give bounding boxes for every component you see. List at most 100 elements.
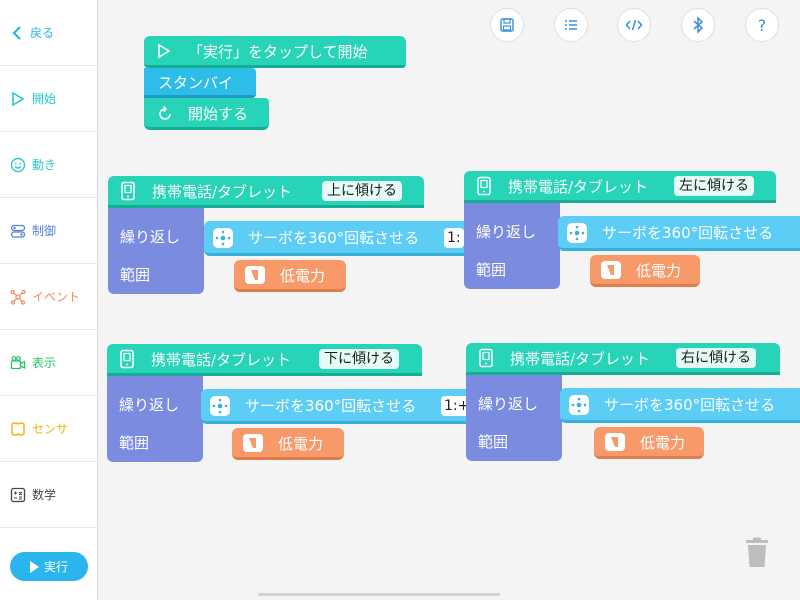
help-icon: ? bbox=[757, 15, 767, 35]
tilt-up-range-label: 範囲 bbox=[120, 266, 151, 284]
battery-icon bbox=[601, 261, 621, 279]
category-event[interactable]: イベント bbox=[0, 264, 98, 330]
category-math-label: 数学 bbox=[32, 488, 57, 502]
tilt-left-repeat-block[interactable]: 繰り返し 範囲 bbox=[464, 203, 560, 289]
code-button[interactable] bbox=[617, 8, 651, 42]
list-button[interactable] bbox=[554, 8, 588, 42]
tilt-right-servo-block[interactable]: サーボを360°回転させる bbox=[560, 388, 800, 423]
tilt-right-direction-dropdown[interactable]: 右に傾ける bbox=[676, 348, 756, 368]
tilt-up-device-label: 携帯電話/タブレット bbox=[152, 183, 293, 201]
tilt-left-direction-dropdown[interactable]: 左に傾ける bbox=[674, 176, 754, 196]
tilt-right-range-label: 範囲 bbox=[478, 433, 509, 451]
math-icon bbox=[10, 487, 26, 502]
refresh-icon bbox=[159, 105, 171, 120]
control-toggle-icon bbox=[10, 224, 26, 238]
begin-block[interactable]: 開始する bbox=[144, 98, 269, 130]
standby-label: スタンバイ bbox=[158, 74, 234, 92]
tilt-up-direction-dropdown[interactable]: 上に傾ける bbox=[322, 181, 402, 201]
servo-icon bbox=[213, 228, 233, 248]
chevron-left-icon bbox=[12, 25, 21, 40]
battery-icon bbox=[243, 434, 263, 452]
category-motion[interactable]: 動き bbox=[0, 132, 98, 198]
tilt-up-repeat-label: 繰り返し bbox=[120, 228, 181, 246]
servo-icon bbox=[567, 223, 587, 243]
play-icon bbox=[29, 560, 39, 573]
tilt-right-hat-block[interactable]: 携帯電話/タブレット 右に傾ける bbox=[466, 343, 780, 375]
tablet-icon bbox=[479, 348, 493, 368]
standby-block[interactable]: スタンバイ bbox=[144, 68, 256, 98]
tilt-right-device-label: 携帯電話/タブレット bbox=[510, 350, 651, 368]
code-icon bbox=[625, 19, 643, 31]
category-event-label: イベント bbox=[32, 290, 81, 304]
category-math[interactable]: 数学 bbox=[0, 462, 98, 528]
trash-icon[interactable] bbox=[744, 537, 770, 569]
back-label: 戻る bbox=[30, 26, 55, 40]
category-sidebar: 戻る 開始 動き 制御 イベント 表示 センサ 数学 実行 bbox=[0, 0, 98, 600]
tilt-down-hat-block[interactable]: 携帯電話/タブレット 下に傾ける bbox=[107, 344, 422, 376]
sensor-icon bbox=[11, 421, 25, 436]
start-hat-block[interactable]: 「実行」をタップして開始 bbox=[144, 36, 406, 68]
tilt-up-repeat-block[interactable]: 繰り返し 範囲 bbox=[108, 208, 204, 294]
battery-icon bbox=[605, 433, 625, 451]
tilt-left-repeat-label: 繰り返し bbox=[476, 223, 537, 241]
tilt-up-power-label: 低電力 bbox=[280, 267, 326, 285]
tilt-left-servo-block[interactable]: サーボを360°回転させる bbox=[558, 216, 800, 251]
tilt-down-direction-dropdown[interactable]: 下に傾ける bbox=[319, 349, 399, 369]
list-icon bbox=[565, 20, 577, 30]
back-button[interactable]: 戻る bbox=[0, 0, 98, 66]
tilt-left-hat-block[interactable]: 携帯電話/タブレット 左に傾ける bbox=[464, 171, 776, 203]
tablet-icon bbox=[477, 176, 491, 196]
smile-icon bbox=[10, 157, 26, 172]
category-sensor[interactable]: センサ bbox=[0, 396, 98, 462]
tilt-down-servo-value[interactable]: 1:+ bbox=[441, 396, 466, 416]
tilt-left-servo-label: サーボを360°回転させる bbox=[602, 224, 774, 242]
category-control[interactable]: 制御 bbox=[0, 198, 98, 264]
bluetooth-button[interactable] bbox=[681, 8, 715, 42]
category-start[interactable]: 開始 bbox=[0, 66, 98, 132]
run-button[interactable]: 実行 bbox=[10, 552, 88, 581]
tilt-left-power-label: 低電力 bbox=[636, 262, 682, 280]
event-network-icon bbox=[10, 289, 26, 305]
tilt-up-hat-block[interactable]: 携帯電話/タブレット 上に傾ける bbox=[108, 176, 424, 208]
tilt-right-repeat-block[interactable]: 繰り返し 範囲 bbox=[466, 375, 562, 461]
save-icon bbox=[500, 18, 514, 32]
tilt-down-range-label: 範囲 bbox=[119, 434, 150, 452]
tilt-left-range-label: 範囲 bbox=[476, 261, 507, 279]
tilt-up-power-block[interactable]: 低電力 bbox=[234, 260, 346, 292]
tilt-down-repeat-label: 繰り返し bbox=[119, 396, 180, 414]
bluetooth-icon bbox=[693, 16, 704, 34]
servo-icon bbox=[210, 396, 230, 416]
play-outline-icon bbox=[12, 91, 25, 106]
begin-label: 開始する bbox=[188, 105, 249, 123]
tilt-left-power-block[interactable]: 低電力 bbox=[590, 255, 700, 287]
save-button[interactable] bbox=[490, 8, 524, 42]
run-label: 実行 bbox=[43, 560, 68, 574]
tilt-up-servo-label: サーボを360°回転させる bbox=[248, 229, 420, 247]
horizontal-scrollbar[interactable] bbox=[258, 593, 500, 596]
tablet-icon bbox=[121, 181, 135, 201]
category-start-label: 開始 bbox=[32, 92, 57, 106]
camera-display-icon bbox=[10, 355, 26, 369]
tilt-up-servo-block[interactable]: サーボを360°回転させる 1: bbox=[204, 221, 466, 256]
category-motion-label: 動き bbox=[32, 158, 57, 172]
tilt-up-servo-value[interactable]: 1: bbox=[444, 228, 464, 248]
tilt-down-servo-label: サーボを360°回転させる bbox=[245, 397, 417, 415]
tilt-down-repeat-block[interactable]: 繰り返し 範囲 bbox=[107, 376, 203, 462]
play-outline-icon bbox=[158, 43, 171, 59]
tilt-right-power-label: 低電力 bbox=[640, 434, 686, 452]
battery-icon bbox=[245, 266, 265, 284]
category-display[interactable]: 表示 bbox=[0, 330, 98, 396]
tilt-right-servo-label: サーボを360°回転させる bbox=[604, 396, 776, 414]
tilt-right-power-block[interactable]: 低電力 bbox=[594, 427, 704, 459]
category-sensor-label: センサ bbox=[32, 422, 69, 436]
tilt-down-device-label: 携帯電話/タブレット bbox=[151, 351, 292, 369]
help-button[interactable]: ? bbox=[745, 8, 779, 42]
tilt-down-power-label: 低電力 bbox=[278, 435, 324, 453]
tablet-icon bbox=[120, 349, 134, 369]
servo-icon bbox=[569, 395, 589, 415]
category-control-label: 制御 bbox=[32, 224, 57, 238]
tilt-down-servo-block[interactable]: サーボを360°回転させる 1:+ bbox=[201, 389, 466, 424]
tilt-down-power-block[interactable]: 低電力 bbox=[232, 428, 344, 460]
start-block-title: 「実行」をタップして開始 bbox=[188, 43, 368, 61]
category-display-label: 表示 bbox=[32, 356, 57, 370]
